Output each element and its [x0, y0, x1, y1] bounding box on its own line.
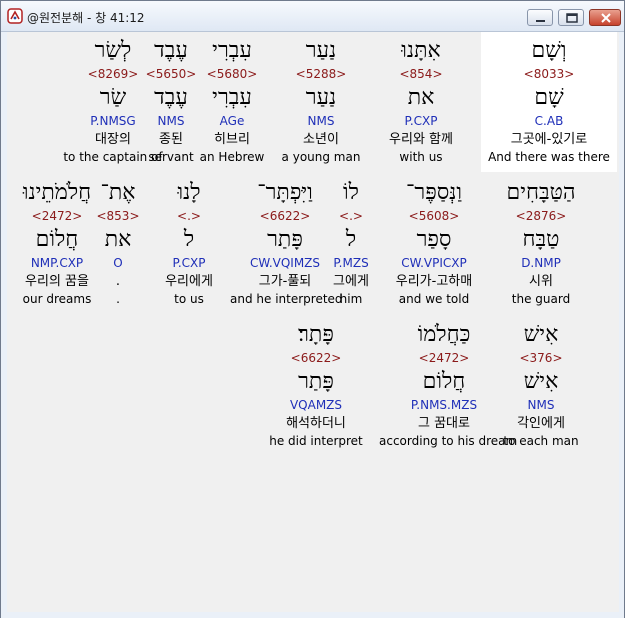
- strong-number: <5288>: [295, 67, 347, 81]
- word-cell[interactable]: וְשָׁם <8033> שָׁם C.AB 그곳에-있기로 And there was…: [481, 32, 617, 172]
- lemma-word: ל: [183, 227, 195, 252]
- hebrew-word: לְשַׂר: [94, 38, 132, 63]
- lemma-word: חֲלוֹם: [35, 227, 79, 252]
- english-gloss: he did interpret: [269, 434, 363, 448]
- word-cell[interactable]: אִתָּנוּ <854> את P.CXP 우리와 함께 with us: [366, 32, 476, 172]
- korean-gloss: 대장의: [95, 132, 131, 147]
- lemma-word: סָפַר: [416, 227, 452, 252]
- hebrew-word: הַטַּבָּחִים: [506, 180, 576, 205]
- hebrew-word: וְשָׁם: [531, 38, 567, 63]
- morphology-code: VQAMZS: [289, 398, 343, 412]
- morphology-code: P.CXP: [404, 114, 438, 128]
- english-gloss: a young man: [281, 150, 361, 164]
- strong-number: <5608>: [408, 209, 460, 223]
- morphology-code: NMS: [307, 114, 335, 128]
- word-cell[interactable]: הַטַּבָּחִים <2876> טַבָּח D.NMP 시위 the guard: [491, 174, 591, 314]
- word-cell[interactable]: לְשַׂר <8269> שַׂר P.NMSG 대장의 to the captain …: [58, 32, 168, 172]
- english-gloss: to the captain of: [63, 150, 163, 164]
- title-bar[interactable]: @원전분해 - 창 41:12: [1, 1, 624, 32]
- hebrew-word: כַּחֲלֹמוֹ: [417, 322, 471, 347]
- word-cell[interactable]: נַעַר <5288> נַעַר NMS 소년이 a young man: [271, 32, 371, 172]
- english-gloss: And there was there: [488, 150, 610, 164]
- korean-gloss: 우리의 꿈을: [25, 274, 89, 289]
- hebrew-word: פָּתָר׃: [298, 322, 334, 347]
- english-gloss: and we told: [398, 292, 470, 306]
- bottom-frame: [1, 612, 624, 618]
- interlinear-panel[interactable]: וְשָׁם <8033> שָׁם C.AB 그곳에-있기로 And there was…: [7, 32, 619, 612]
- word-cell[interactable]: כַּחֲלֹמוֹ <2472> חֲלוֹם P.NMS.MZS 그 꿈대로 acco…: [379, 316, 518, 456]
- morphology-code: CW.VQIMZS: [249, 256, 321, 270]
- close-button[interactable]: [589, 9, 621, 26]
- strong-number: <2472>: [418, 351, 470, 365]
- app-logo-icon[interactable]: [7, 8, 23, 24]
- hebrew-word: לָנוּ: [177, 180, 201, 205]
- english-gloss: according to his dream: [379, 434, 518, 448]
- hebrew-word: וַנְּסַפֶּר־: [405, 180, 463, 205]
- right-frame: [619, 32, 624, 612]
- morphology-code: NMP.CXP: [30, 256, 84, 270]
- word-cell[interactable]: וַיִּפְתָּר־ <6622> פָּתַר CW.VQIMZS 그가-풀되 an…: [230, 174, 343, 314]
- korean-gloss: 소년이: [303, 132, 339, 147]
- morphology-code: P.NMS.MZS: [410, 398, 478, 412]
- lemma-word: פָּתַר: [267, 227, 303, 252]
- korean-gloss: 그 꿈대로: [418, 416, 470, 431]
- strong-number: <.>: [177, 209, 201, 223]
- lemma-word: טַבָּח: [522, 227, 560, 252]
- morphology-code: P.NMSG: [90, 114, 136, 128]
- close-icon: [601, 13, 611, 23]
- korean-gloss: 시위: [529, 274, 553, 289]
- lemma-word: שָׁם: [534, 85, 564, 110]
- strong-number: <6622>: [259, 209, 311, 223]
- strong-number: <854>: [399, 67, 443, 81]
- korean-gloss: 그가-풀되: [258, 274, 312, 289]
- korean-gloss: 우리가-고하매: [395, 274, 473, 289]
- word-cell[interactable]: פָּתָר׃ <6622> פָּתַר VQAMZS 해석하더니 he did int…: [261, 316, 371, 456]
- lemma-word: פָּתַר: [298, 369, 334, 394]
- english-gloss: our dreams: [22, 292, 92, 306]
- maximize-icon: [566, 13, 578, 23]
- strong-number: <2472>: [31, 209, 83, 223]
- korean-gloss: 우리에게: [165, 274, 213, 289]
- hebrew-word: נַעַר: [305, 38, 337, 63]
- word-cell[interactable]: חֲלֹמֹתֵינוּ <2472> חֲלוֹם NMP.CXP 우리의 꿈을 our…: [7, 174, 107, 314]
- minimize-icon: [536, 20, 545, 22]
- morphology-code: D.NMP: [521, 256, 561, 270]
- strong-number: <6622>: [290, 351, 342, 365]
- app-window: @원전분해 - 창 41:12 וְשָׁם <8033> שָׁם C.AB 그곳에-…: [0, 0, 625, 618]
- maximize-button[interactable]: [558, 9, 584, 26]
- hebrew-word: אִתָּנוּ: [401, 38, 441, 63]
- korean-gloss: 우리와 함께: [389, 132, 453, 147]
- minimize-button[interactable]: [527, 9, 553, 26]
- word-cell[interactable]: לָנוּ <.> ל P.CXP 우리에게 to us: [149, 174, 229, 314]
- strong-number: <8269>: [87, 67, 139, 81]
- korean-gloss: 해석하더니: [286, 416, 346, 431]
- morphology-code: P.CXP: [172, 256, 206, 270]
- lemma-word: נַעַר: [305, 85, 337, 110]
- hebrew-word: וַיִּפְתָּר־: [257, 180, 313, 205]
- window-title: @원전분해 - 창 41:12: [27, 11, 145, 25]
- strong-number: <2876>: [515, 209, 567, 223]
- lemma-word: את: [407, 85, 435, 110]
- lemma-word: חֲלוֹם: [422, 369, 466, 394]
- lemma-word: שַׂר: [99, 85, 127, 110]
- word-cell[interactable]: וַנְּסַפֶּר־ <5608> סָפַר CW.VPICXP 우리가-고하매 a…: [379, 174, 489, 314]
- english-gloss: with us: [399, 150, 443, 164]
- english-gloss: to us: [174, 292, 204, 306]
- korean-gloss: 그곳에-있기로: [510, 132, 588, 147]
- hebrew-word: חֲלֹמֹתֵינוּ: [22, 180, 92, 205]
- morphology-code: CW.VPICXP: [401, 256, 467, 270]
- strong-number: <8033>: [523, 67, 575, 81]
- morphology-code: C.AB: [534, 114, 564, 128]
- english-gloss: the guard: [511, 292, 571, 306]
- english-gloss: and he interpreted: [230, 292, 343, 306]
